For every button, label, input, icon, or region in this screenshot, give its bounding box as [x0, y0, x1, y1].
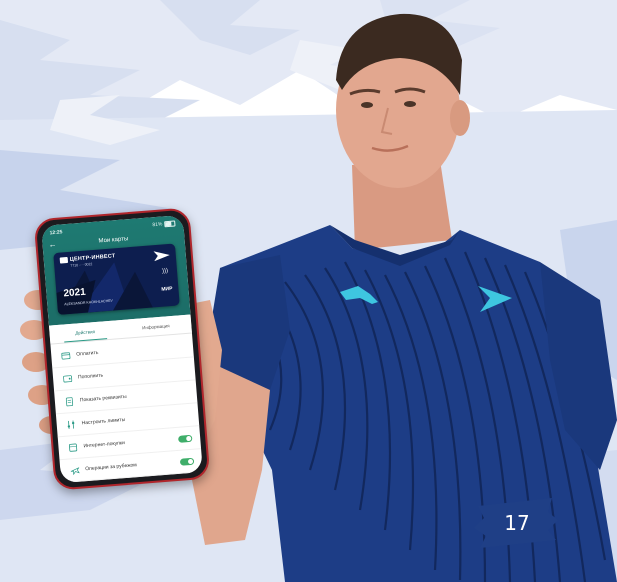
wallet-icon — [63, 374, 73, 384]
tab-actions-label: Действия — [75, 328, 96, 336]
tab-info-label: Информация — [141, 322, 170, 330]
club-logo-icon — [153, 251, 170, 262]
action-top-up-label: Пополнить — [77, 372, 104, 381]
screen-title: Мои карты — [98, 236, 129, 245]
page-badge: 17 — [480, 501, 554, 545]
action-set-limits-label: Настроить лимиты — [81, 416, 126, 427]
card-year: 2021 — [63, 286, 87, 300]
back-arrow-icon[interactable]: ← — [48, 239, 57, 252]
cart-icon — [68, 442, 78, 452]
battery-icon — [164, 220, 176, 228]
internet-purchases-toggle[interactable] — [177, 434, 193, 443]
action-internet-purchases-label: Интернет-покупки — [83, 440, 126, 450]
mir-logo: МИР — [161, 285, 173, 293]
document-icon — [65, 396, 75, 406]
sliders-icon — [66, 419, 76, 429]
actions-list: Оплатить Пополнить Показать реквизиты На… — [50, 334, 203, 484]
battery-text: 81% — [152, 221, 163, 229]
bank-logo-icon — [59, 256, 69, 264]
bank-card[interactable]: ЦЕНТР-ИНВЕСТ 7710 ···· 0022 ))) 2021 ALE… — [53, 243, 180, 315]
plane-icon — [70, 465, 80, 475]
status-time: 12:25 — [49, 229, 63, 237]
contactless-icon: ))) — [161, 268, 169, 275]
card-icon — [61, 351, 71, 361]
abroad-operations-toggle[interactable] — [179, 457, 195, 466]
action-show-details-label: Показать реквизиты — [79, 393, 127, 404]
app-top-area: 12:25 81% ← Мои карты ЦЕНТР-ИНВЕСТ 7710 … — [41, 214, 191, 326]
smartphone: 12:25 81% ← Мои карты ЦЕНТР-ИНВЕСТ 7710 … — [33, 207, 211, 491]
phone-screen: 12:25 81% ← Мои карты ЦЕНТР-ИНВЕСТ 7710 … — [41, 214, 203, 484]
action-abroad-operations-label: Операции за рубежом — [85, 462, 138, 473]
page-number: 17 — [504, 511, 530, 535]
action-pay-label: Оплатить — [76, 349, 99, 358]
